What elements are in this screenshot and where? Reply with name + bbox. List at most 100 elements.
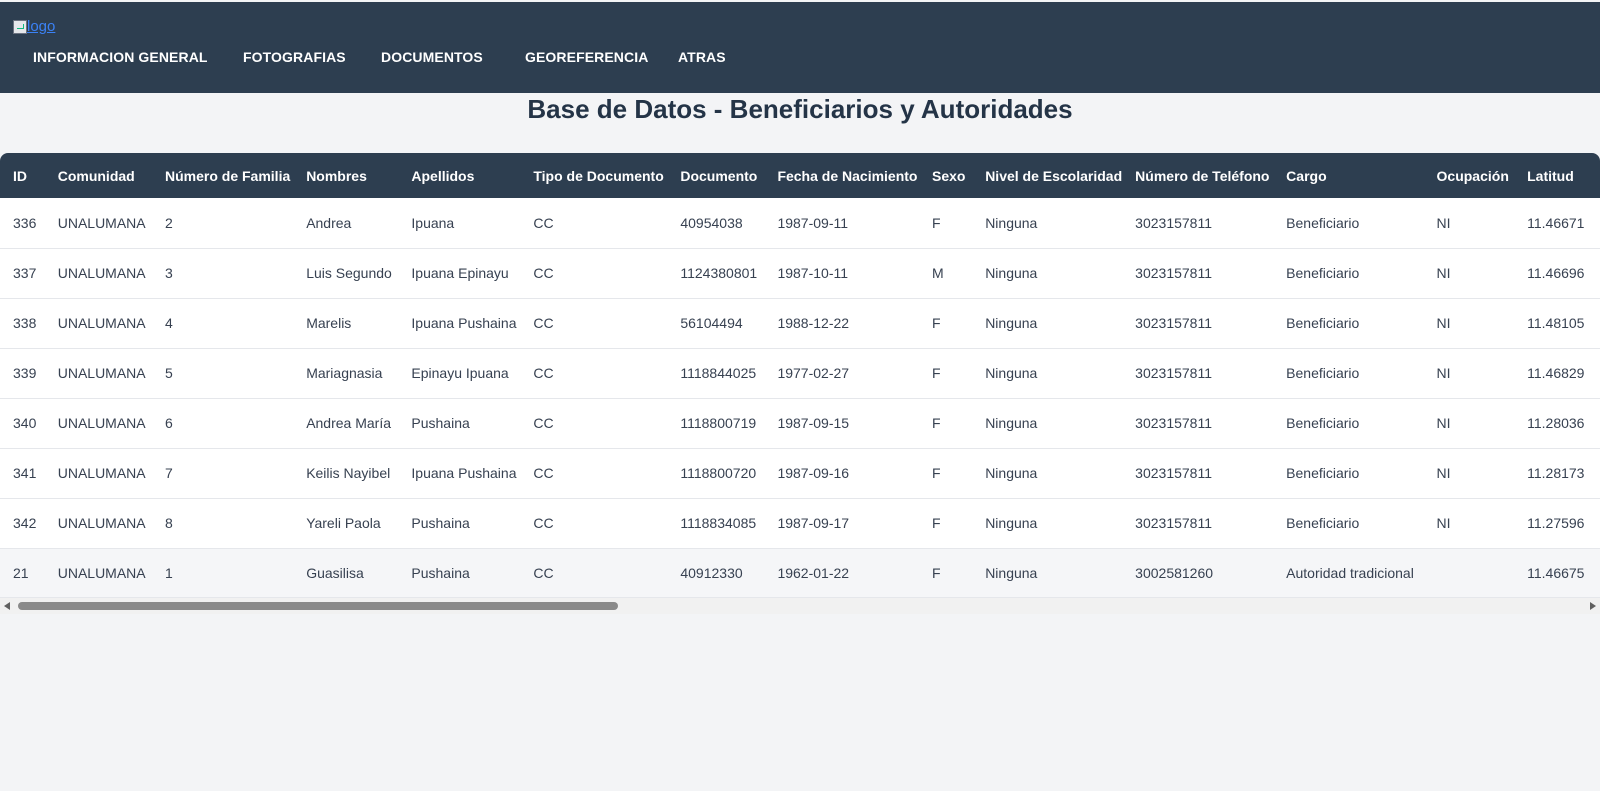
table-cell: M <box>932 265 944 281</box>
column-header: Sexo <box>932 167 966 184</box>
nav-fotografias[interactable]: FOTOGRAFIAS <box>243 49 346 65</box>
table-cell: Guasilisa <box>306 565 364 581</box>
logo-link[interactable]: logo <box>13 18 55 35</box>
column-header: ID <box>13 167 27 184</box>
column-header: Fecha de Nacimiento <box>777 167 918 184</box>
table-cell: Ipuana Epinayu <box>411 265 509 281</box>
table-cell: 1118800720 <box>680 465 757 481</box>
table-cell: 1118844025 <box>680 365 757 381</box>
table-cell: Ninguna <box>985 515 1038 531</box>
column-header: Número de Teléfono <box>1135 167 1270 184</box>
table-cell: NI <box>1436 365 1451 381</box>
table-cell: CC <box>533 465 554 481</box>
nav-atras[interactable]: ATRAS <box>678 49 726 65</box>
table-cell: Marelis <box>306 315 352 331</box>
table-body: 336 UNALUMANA 2 Andrea Ipuana CC 40954038 1987-… <box>0 198 1600 598</box>
table-cell: 1118834085 <box>680 515 757 531</box>
table-cell: 3002581260 <box>1135 565 1214 581</box>
beneficiaries-table: ID Comunidad Número de Familia Nombres Apell… <box>0 153 1600 599</box>
table-cell: 5 <box>164 365 173 381</box>
column-header: Nivel de Escolaridad <box>985 167 1123 184</box>
nav-documentos[interactable]: DOCUMENTOS <box>381 49 483 65</box>
scrollbar-thumb[interactable] <box>18 602 618 610</box>
table-cell: UNALUMANA <box>57 265 146 281</box>
table-cell: F <box>932 365 941 381</box>
table-cell: 11.28173 <box>1527 465 1585 481</box>
logo-alt-text: logo <box>27 18 56 35</box>
table-cell: 11.46696 <box>1527 265 1585 281</box>
table-cell: Beneficiario <box>1286 415 1360 431</box>
table-cell: UNALUMANA <box>57 515 146 531</box>
table-cell: Pushaina <box>411 515 470 531</box>
table-cell: F <box>932 315 941 331</box>
table-cell: 342 <box>13 515 37 531</box>
table-cell: Epinayu Ipuana <box>411 365 509 381</box>
table-cell: Ninguna <box>985 365 1038 381</box>
table-cell: Beneficiario <box>1286 515 1360 531</box>
table-cell: CC <box>533 315 554 331</box>
table-cell: Ipuana <box>411 214 455 231</box>
table-cell: F <box>932 214 941 231</box>
table-cell: Pushaina <box>411 415 470 431</box>
nav-georeferencia[interactable]: GEOREFERENCIA <box>525 49 648 65</box>
broken-image-icon <box>13 19 27 34</box>
table-cell: 11.46829 <box>1527 365 1585 381</box>
table-cell: 11.46671 <box>1527 214 1585 231</box>
table-cell: Beneficiario <box>1286 214 1360 231</box>
table-cell: Beneficiario <box>1286 265 1360 281</box>
nav-informacion-general[interactable]: INFORMACION GENERAL <box>33 49 208 65</box>
data-table-container[interactable]: ID Comunidad Número de Familia Nombres Apell… <box>0 153 1600 613</box>
table-cell: 11.28036 <box>1527 415 1585 431</box>
scroll-right-arrow-icon[interactable] <box>1590 602 1596 610</box>
horizontal-scrollbar[interactable] <box>0 597 1600 614</box>
column-header: Latitud <box>1527 167 1574 184</box>
table-cell: UNALUMANA <box>57 565 146 581</box>
table-cell: 339 <box>13 365 37 381</box>
table-cell: 4 <box>164 315 173 331</box>
table-cell: Mariagnasia <box>306 365 383 381</box>
table-cell: Ninguna <box>985 265 1038 281</box>
table-cell: UNALUMANA <box>57 365 146 381</box>
table-cell: Beneficiario <box>1286 465 1360 481</box>
table-cell: NI <box>1436 515 1451 531</box>
table-cell: UNALUMANA <box>57 415 146 431</box>
column-header: Cargo <box>1286 167 1327 184</box>
table-cell: 3 <box>164 265 173 281</box>
table-row: 21 UNALUMANA 1 Guasilisa Pushaina CC 40912330 1… <box>0 548 1600 598</box>
table-cell: CC <box>533 365 554 381</box>
table-cell: 1988-12-22 <box>777 315 850 331</box>
scroll-left-arrow-icon[interactable] <box>4 602 10 610</box>
table-cell: Autoridad tradicional <box>1286 565 1414 581</box>
page-title: Base de Datos - Beneficiarios y Autorida… <box>527 94 1073 124</box>
table-cell: Pushaina <box>411 565 470 581</box>
table-cell: UNALUMANA <box>57 465 146 481</box>
table-cell: 3023157811 <box>1135 515 1212 531</box>
table-cell: 40954038 <box>680 214 743 231</box>
table-row: 338 UNALUMANA 4 Marelis Ipuana Pushaina CC 561… <box>0 298 1600 348</box>
table-cell: 1987-10-11 <box>777 265 849 281</box>
table-cell: 7 <box>164 465 173 481</box>
table-cell: 3023157811 <box>1135 315 1212 331</box>
table-cell: Keilis Nayibel <box>306 465 391 481</box>
table-cell: Ipuana Pushaina <box>411 465 517 481</box>
column-header: Número de Familia <box>164 167 291 184</box>
table-cell <box>1424 548 1515 598</box>
table-cell: 1977-02-27 <box>777 365 850 381</box>
table-cell: 1987-09-17 <box>777 515 850 531</box>
table-cell: 11.48105 <box>1527 315 1585 331</box>
table-cell: Ninguna <box>985 315 1038 331</box>
table-cell: CC <box>533 214 554 231</box>
table-cell: 336 <box>13 214 37 231</box>
table-cell: Ipuana Pushaina <box>411 315 517 331</box>
table-row: 339 UNALUMANA 5 Mariagnasia Epinayu Ipuana CC… <box>0 348 1600 398</box>
table-cell: 3023157811 <box>1135 465 1212 481</box>
table-cell: NI <box>1436 465 1451 481</box>
table-cell: 3023157811 <box>1135 365 1212 381</box>
table-cell: Ninguna <box>985 565 1038 581</box>
table-cell: 11.27596 <box>1527 515 1585 531</box>
table-cell: Ninguna <box>985 465 1038 481</box>
table-cell: 1 <box>164 565 173 581</box>
table-cell: 40912330 <box>680 565 743 581</box>
table-cell: Ninguna <box>985 214 1038 231</box>
table-cell: CC <box>533 515 554 531</box>
